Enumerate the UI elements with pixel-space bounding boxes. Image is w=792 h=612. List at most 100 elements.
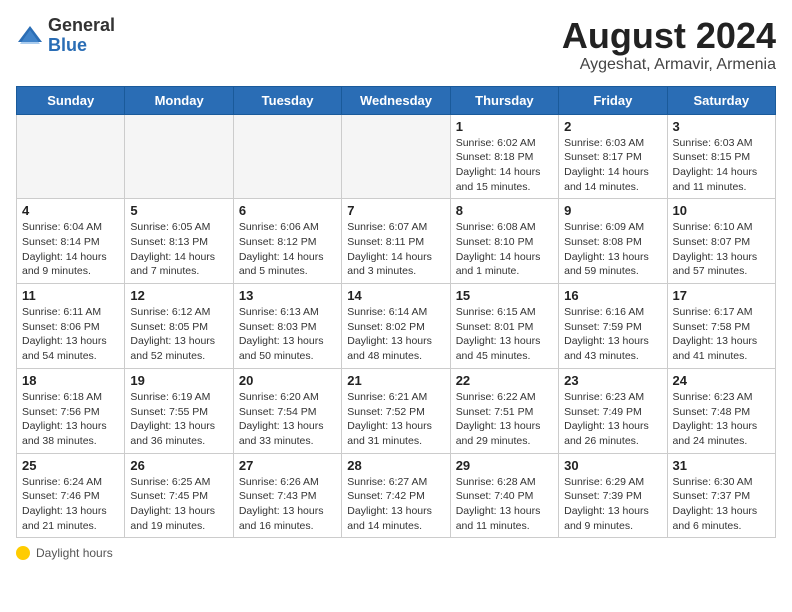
calendar-week-row: 11Sunrise: 6:11 AM Sunset: 8:06 PM Dayli… — [17, 284, 776, 369]
day-number: 26 — [130, 458, 227, 473]
day-info: Sunrise: 6:02 AM Sunset: 8:18 PM Dayligh… — [456, 136, 553, 195]
main-title: August 2024 — [562, 16, 776, 56]
calendar-cell: 19Sunrise: 6:19 AM Sunset: 7:55 PM Dayli… — [125, 368, 233, 453]
calendar-cell: 9 Sunrise: 6:09 AM Sunset: 8:08 PM Daylig… — [559, 199, 667, 284]
day-info: Sunrise: 6:20 AM Sunset: 7:54 PM Dayligh… — [239, 390, 336, 449]
day-info: Sunrise: 6:10 AM Sunset: 8:07 PM Dayligh… — [673, 220, 770, 279]
header: General Blue August 2024 Aygeshat, Armav… — [16, 16, 776, 74]
day-number: 11 — [22, 288, 119, 303]
day-info: Sunrise: 6:03 AM Sunset: 8:17 PM Dayligh… — [564, 136, 661, 195]
logo: General Blue — [16, 16, 115, 56]
day-number: 2 — [564, 119, 661, 134]
day-info: Sunrise: 6:18 AM Sunset: 7:56 PM Dayligh… — [22, 390, 119, 449]
sun-icon — [16, 546, 30, 560]
day-number: 30 — [564, 458, 661, 473]
calendar-header-cell: Sunday — [17, 86, 125, 114]
day-number: 5 — [130, 203, 227, 218]
calendar-week-row: 18Sunrise: 6:18 AM Sunset: 7:56 PM Dayli… — [17, 368, 776, 453]
calendar-cell: 14Sunrise: 6:14 AM Sunset: 8:02 PM Dayli… — [342, 284, 450, 369]
day-info: Sunrise: 6:24 AM Sunset: 7:46 PM Dayligh… — [22, 475, 119, 534]
calendar-cell: 30 Sunrise: 6:29 AM Sunset: 7:39 PM Dayli… — [559, 453, 667, 538]
day-number: 21 — [347, 373, 444, 388]
calendar-table: SundayMondayTuesdayWednesdayThursdayFrid… — [16, 86, 776, 539]
calendar-cell: 6Sunrise: 6:06 AM Sunset: 8:12 PM Daylig… — [233, 199, 341, 284]
day-number: 4 — [22, 203, 119, 218]
calendar-cell: 27Sunrise: 6:26 AM Sunset: 7:43 PM Dayli… — [233, 453, 341, 538]
calendar-header-cell: Monday — [125, 86, 233, 114]
calendar-cell: 26Sunrise: 6:25 AM Sunset: 7:45 PM Dayli… — [125, 453, 233, 538]
logo-icon — [16, 22, 44, 50]
day-info: Sunrise: 6:03 AM Sunset: 8:15 PM Dayligh… — [673, 136, 770, 195]
footer-label: Daylight hours — [36, 546, 113, 560]
day-info: Sunrise: 6:05 AM Sunset: 8:13 PM Dayligh… — [130, 220, 227, 279]
day-number: 7 — [347, 203, 444, 218]
calendar-week-row: 1 Sunrise: 6:02 AM Sunset: 8:18 PM Daylig… — [17, 114, 776, 199]
day-number: 13 — [239, 288, 336, 303]
calendar-cell: 5 Sunrise: 6:05 AM Sunset: 8:13 PM Daylig… — [125, 199, 233, 284]
calendar-cell: 15Sunrise: 6:15 AM Sunset: 8:01 PM Dayli… — [450, 284, 558, 369]
calendar-cell: 28Sunrise: 6:27 AM Sunset: 7:42 PM Dayli… — [342, 453, 450, 538]
subtitle: Aygeshat, Armavir, Armenia — [562, 56, 776, 74]
day-number: 28 — [347, 458, 444, 473]
calendar-cell: 23 Sunrise: 6:23 AM Sunset: 7:49 PM Dayli… — [559, 368, 667, 453]
day-number: 31 — [673, 458, 770, 473]
calendar-cell: 3Sunrise: 6:03 AM Sunset: 8:15 PM Daylig… — [667, 114, 775, 199]
logo-blue: Blue — [48, 35, 87, 55]
calendar-cell: 20 Sunrise: 6:20 AM Sunset: 7:54 PM Dayli… — [233, 368, 341, 453]
calendar-cell: 13Sunrise: 6:13 AM Sunset: 8:03 PM Dayli… — [233, 284, 341, 369]
day-info: Sunrise: 6:22 AM Sunset: 7:51 PM Dayligh… — [456, 390, 553, 449]
calendar-cell: 17 Sunrise: 6:17 AM Sunset: 7:58 PM Dayli… — [667, 284, 775, 369]
day-info: Sunrise: 6:29 AM Sunset: 7:39 PM Dayligh… — [564, 475, 661, 534]
day-number: 23 — [564, 373, 661, 388]
day-info: Sunrise: 6:23 AM Sunset: 7:48 PM Dayligh… — [673, 390, 770, 449]
day-info: Sunrise: 6:15 AM Sunset: 8:01 PM Dayligh… — [456, 305, 553, 364]
calendar-cell: 12 Sunrise: 6:12 AM Sunset: 8:05 PM Dayli… — [125, 284, 233, 369]
day-info: Sunrise: 6:16 AM Sunset: 7:59 PM Dayligh… — [564, 305, 661, 364]
calendar-header-cell: Thursday — [450, 86, 558, 114]
day-number: 27 — [239, 458, 336, 473]
day-info: Sunrise: 6:28 AM Sunset: 7:40 PM Dayligh… — [456, 475, 553, 534]
calendar-week-row: 4 Sunrise: 6:04 AM Sunset: 8:14 PM Daylig… — [17, 199, 776, 284]
day-info: Sunrise: 6:04 AM Sunset: 8:14 PM Dayligh… — [22, 220, 119, 279]
calendar-header-row: SundayMondayTuesdayWednesdayThursdayFrid… — [17, 86, 776, 114]
day-number: 1 — [456, 119, 553, 134]
day-number: 20 — [239, 373, 336, 388]
day-info: Sunrise: 6:17 AM Sunset: 7:58 PM Dayligh… — [673, 305, 770, 364]
day-number: 24 — [673, 373, 770, 388]
calendar-cell — [342, 114, 450, 199]
day-number: 12 — [130, 288, 227, 303]
calendar-cell: 1 Sunrise: 6:02 AM Sunset: 8:18 PM Daylig… — [450, 114, 558, 199]
calendar-cell — [17, 114, 125, 199]
calendar-cell: 4 Sunrise: 6:04 AM Sunset: 8:14 PM Daylig… — [17, 199, 125, 284]
calendar-cell: 22 Sunrise: 6:22 AM Sunset: 7:51 PM Dayli… — [450, 368, 558, 453]
calendar-cell: 24 Sunrise: 6:23 AM Sunset: 7:48 PM Dayli… — [667, 368, 775, 453]
calendar-header-cell: Saturday — [667, 86, 775, 114]
footer-note: Daylight hours — [16, 546, 776, 560]
calendar-cell: 25 Sunrise: 6:24 AM Sunset: 7:46 PM Dayli… — [17, 453, 125, 538]
day-number: 10 — [673, 203, 770, 218]
calendar-cell: 7Sunrise: 6:07 AM Sunset: 8:11 PM Daylig… — [342, 199, 450, 284]
day-number: 16 — [564, 288, 661, 303]
day-number: 9 — [564, 203, 661, 218]
calendar-cell: 8Sunrise: 6:08 AM Sunset: 8:10 PM Daylig… — [450, 199, 558, 284]
day-info: Sunrise: 6:12 AM Sunset: 8:05 PM Dayligh… — [130, 305, 227, 364]
calendar-cell: 2 Sunrise: 6:03 AM Sunset: 8:17 PM Daylig… — [559, 114, 667, 199]
calendar-cell: 31Sunrise: 6:30 AM Sunset: 7:37 PM Dayli… — [667, 453, 775, 538]
calendar-cell: 11Sunrise: 6:11 AM Sunset: 8:06 PM Dayli… — [17, 284, 125, 369]
day-number: 22 — [456, 373, 553, 388]
day-number: 6 — [239, 203, 336, 218]
day-number: 8 — [456, 203, 553, 218]
calendar-cell — [233, 114, 341, 199]
day-info: Sunrise: 6:23 AM Sunset: 7:49 PM Dayligh… — [564, 390, 661, 449]
day-info: Sunrise: 6:09 AM Sunset: 8:08 PM Dayligh… — [564, 220, 661, 279]
calendar-cell: 10 Sunrise: 6:10 AM Sunset: 8:07 PM Dayli… — [667, 199, 775, 284]
calendar-header-cell: Tuesday — [233, 86, 341, 114]
calendar-cell: 16 Sunrise: 6:16 AM Sunset: 7:59 PM Dayli… — [559, 284, 667, 369]
title-area: August 2024 Aygeshat, Armavir, Armenia — [562, 16, 776, 74]
day-number: 25 — [22, 458, 119, 473]
day-number: 19 — [130, 373, 227, 388]
calendar-body: 1 Sunrise: 6:02 AM Sunset: 8:18 PM Daylig… — [17, 114, 776, 538]
day-number: 14 — [347, 288, 444, 303]
day-number: 17 — [673, 288, 770, 303]
calendar-cell — [125, 114, 233, 199]
